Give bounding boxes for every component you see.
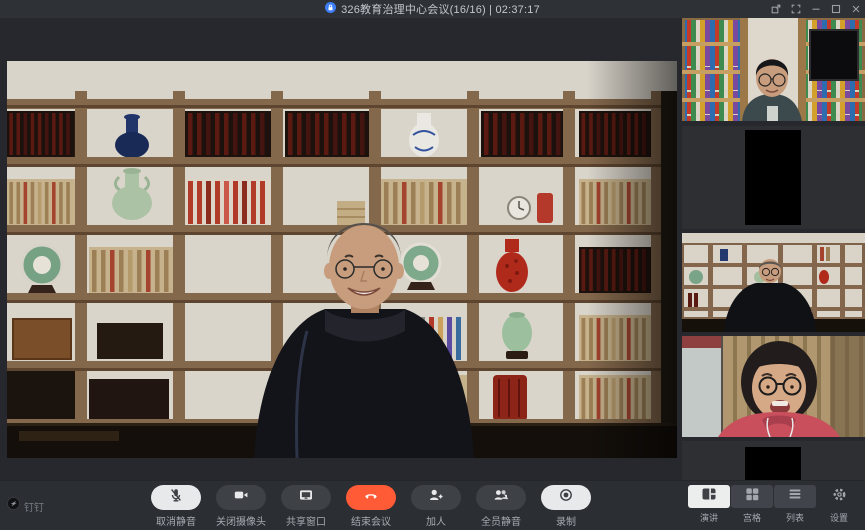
end-meeting-label: 结束会议 (351, 513, 391, 528)
participants-sidebar (682, 18, 865, 480)
add-person-button[interactable]: 加人 (404, 485, 468, 528)
record-label: 录制 (556, 513, 576, 528)
lock-icon (325, 0, 336, 18)
add-person-label: 加人 (426, 513, 446, 528)
grid-view-label: 宫格 (743, 511, 761, 524)
participant-video-tile-1[interactable] (682, 18, 865, 121)
share-window-label: 共享窗口 (286, 513, 326, 528)
maximize-icon[interactable] (830, 4, 841, 15)
camera-off-label: 关闭摄像头 (216, 513, 266, 528)
end-meeting-button[interactable]: 结束会议 (339, 485, 403, 528)
window-controls (770, 0, 861, 18)
speaker-view-icon (701, 486, 717, 507)
camera-off-black-screen (745, 130, 801, 225)
unmute-label: 取消静音 (156, 513, 196, 528)
camera-icon (233, 487, 249, 508)
popout-icon[interactable] (770, 4, 781, 15)
participant-video-tile-4[interactable] (682, 336, 865, 437)
camera-off-button[interactable]: 关闭摄像头 (209, 485, 273, 528)
view-mode-controls: 演讲 宫格 (688, 485, 816, 524)
grid-view-button[interactable]: 宫格 (731, 485, 773, 524)
titlebar: 326教育治理中心会议(16/16) | 02:37:17 (0, 0, 865, 18)
add-person-icon (428, 487, 444, 508)
fullscreen-icon[interactable] (790, 4, 801, 15)
brand-name: 钉钉 (24, 499, 44, 514)
list-view-button[interactable]: 列表 (774, 485, 816, 524)
settings-label: 设置 (830, 511, 848, 524)
share-window-icon (298, 487, 314, 508)
participant-video-tile-5[interactable] (682, 441, 865, 480)
meeting-window: 326教育治理中心会议(16/16) | 02:37:17 (0, 0, 865, 530)
mute-all-label: 全员静音 (481, 513, 521, 528)
camera-off-black-screen (745, 447, 801, 480)
hangup-icon (363, 487, 379, 508)
participant-video-tile-3[interactable] (682, 233, 865, 332)
gear-icon (832, 487, 847, 507)
participant-video-tile-2[interactable] (682, 126, 865, 229)
share-window-button[interactable]: 共享窗口 (274, 485, 338, 528)
mute-all-button[interactable]: 全员静音 (469, 485, 533, 528)
dingtalk-logo (7, 497, 20, 515)
list-view-label: 列表 (786, 511, 804, 524)
title-group: 326教育治理中心会议(16/16) | 02:37:17 (325, 0, 540, 18)
list-view-icon (787, 486, 803, 507)
dingtalk-brand: 钉钉 (7, 497, 44, 515)
main-speaker-video (7, 61, 677, 458)
call-controls: 取消静音 关闭摄像头 (144, 485, 599, 528)
grid-view-icon (744, 486, 760, 507)
record-icon (558, 487, 574, 508)
record-button[interactable]: 录制 (534, 485, 598, 528)
bottom-toolbar: 钉钉 取消静音 (0, 480, 865, 530)
mute-all-icon (493, 487, 509, 508)
speaker-view-button[interactable]: 演讲 (688, 485, 730, 524)
settings-button[interactable]: 设置 (822, 487, 856, 524)
unmute-button[interactable]: 取消静音 (144, 485, 208, 528)
speaker-view-label: 演讲 (700, 511, 718, 524)
mic-muted-icon (168, 487, 184, 508)
close-icon[interactable] (850, 4, 861, 15)
meeting-title: 326教育治理中心会议(16/16) | 02:37:17 (341, 1, 540, 17)
minimize-icon[interactable] (810, 4, 821, 15)
